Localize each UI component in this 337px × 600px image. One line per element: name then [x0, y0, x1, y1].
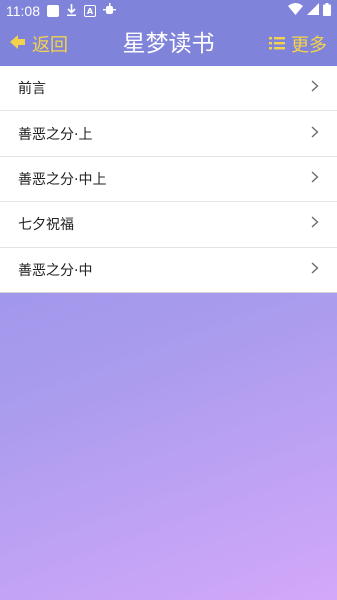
chevron-right-icon — [311, 80, 319, 96]
list-item-label: 善恶之分·中 — [18, 262, 93, 279]
list-item[interactable]: 善恶之分·中上 — [0, 157, 337, 203]
app-bar: 返回 星梦读书 更多 — [0, 22, 337, 66]
list-menu-icon — [269, 34, 285, 55]
more-label: 更多 — [291, 35, 327, 56]
wifi-icon — [288, 3, 303, 19]
square-notification-icon — [47, 5, 59, 17]
list-item-label: 前言 — [18, 81, 46, 98]
battery-icon — [323, 2, 331, 20]
chevron-right-icon — [311, 126, 319, 142]
signal-icon — [307, 3, 319, 19]
chevron-right-icon — [311, 171, 319, 187]
list-item-label: 善恶之分·中上 — [18, 171, 107, 188]
download-icon — [66, 3, 77, 19]
back-arrow-icon — [10, 34, 26, 55]
status-bar: 11:08 A — [0, 0, 337, 22]
bug-icon — [103, 2, 116, 20]
list-item[interactable]: 善恶之分·上 — [0, 111, 337, 157]
back-button[interactable]: 返回 — [10, 22, 68, 66]
a-icon: A — [84, 5, 96, 17]
chapter-list: 前言 善恶之分·上 善恶之分·中上 七夕祝福 善恶之分·中 — [0, 66, 337, 293]
list-item-label: 善恶之分·上 — [18, 126, 93, 143]
back-label: 返回 — [32, 35, 68, 56]
chevron-right-icon — [311, 216, 319, 232]
status-left: 11:08 A — [6, 2, 116, 20]
list-item[interactable]: 善恶之分·中 — [0, 248, 337, 293]
status-right — [288, 2, 331, 20]
chevron-right-icon — [311, 262, 319, 278]
list-item-label: 七夕祝福 — [18, 217, 74, 234]
more-button[interactable]: 更多 — [269, 22, 327, 66]
list-item[interactable]: 前言 — [0, 66, 337, 112]
status-time: 11:08 — [6, 3, 40, 19]
list-item[interactable]: 七夕祝福 — [0, 202, 337, 248]
